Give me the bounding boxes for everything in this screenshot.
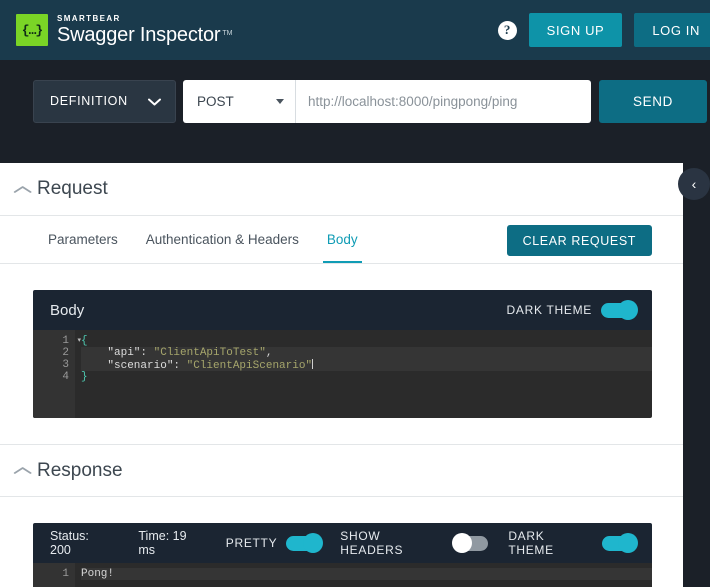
chevron-left-icon: ‹ [692, 176, 697, 192]
request-editor-code[interactable]: { "api": "ClientApiToTest", "scenario": … [75, 330, 652, 418]
show-headers-label: SHOW HEADERS [340, 529, 446, 557]
toggle-knob [452, 533, 472, 553]
clear-request-button[interactable]: CLEAR REQUEST [507, 225, 652, 256]
response-panel-header: Status: 200 Time: 19 ms PRETTY SHOW HEAD… [33, 523, 652, 563]
main-content: Request Parameters Authentication & Head… [0, 163, 683, 587]
response-panel: Status: 200 Time: 19 ms PRETTY SHOW HEAD… [33, 523, 652, 587]
caret-down-icon [276, 99, 284, 104]
response-dark-theme-toggle-group[interactable]: DARK THEME [508, 529, 635, 557]
pretty-label: PRETTY [226, 536, 278, 550]
json-open-brace: { [81, 335, 88, 347]
tab-body[interactable]: Body [313, 216, 372, 263]
line-number: 1▾ [33, 335, 75, 347]
trademark-mark: TM [222, 30, 232, 37]
request-editor-gutter: 1▾ 2 3 4 [33, 330, 75, 418]
request-section-header[interactable]: Request [0, 163, 683, 216]
json-value: "ClientApiToTest" [154, 347, 266, 359]
sign-up-button[interactable]: SIGN UP [529, 13, 623, 47]
request-body-panel: Body DARK THEME 1▾ 2 3 4 { "api": "Clien… [33, 290, 652, 418]
json-value: "ClientApiScenario" [187, 360, 312, 372]
tab-parameters[interactable]: Parameters [34, 216, 132, 263]
show-headers-toggle-group[interactable]: SHOW HEADERS [340, 529, 488, 557]
code-line: "api": "ClientApiToTest", [81, 347, 652, 359]
response-time: Time: 19 ms [138, 529, 205, 557]
http-method-value: POST [197, 94, 234, 109]
json-colon: : [140, 347, 153, 359]
http-method-select[interactable]: POST [183, 80, 296, 123]
line-number: 2 [33, 347, 75, 359]
code-line: { [81, 335, 652, 347]
response-editor-code[interactable]: Pong! [75, 563, 652, 587]
swagger-braces-icon: {…} [16, 14, 48, 46]
request-dark-theme-label: DARK THEME [507, 303, 592, 317]
pretty-toggle[interactable] [286, 536, 320, 551]
response-body-editor[interactable]: 1 Pong! [33, 563, 652, 587]
brand-company-name: SMARTBEAR [57, 15, 232, 23]
request-body-panel-header: Body DARK THEME [33, 290, 652, 330]
definition-label: DEFINITION [50, 94, 128, 108]
code-line: } [81, 371, 652, 383]
request-section-title: Request [37, 178, 108, 200]
request-body-editor[interactable]: 1▾ 2 3 4 { "api": "ClientApiToTest", "sc… [33, 330, 652, 418]
line-number: 4 [33, 371, 75, 383]
definition-dropdown[interactable]: DEFINITION [33, 80, 176, 123]
tab-authentication-headers[interactable]: Authentication & Headers [132, 216, 313, 263]
code-line: "scenario": "ClientApiScenario" [81, 359, 652, 371]
chevron-up-icon[interactable] [12, 182, 33, 197]
request-toolbar: DEFINITION POST SEND [0, 60, 710, 142]
chevron-up-icon[interactable] [12, 463, 33, 478]
side-panel-toggle-handle[interactable]: ‹ [678, 168, 710, 200]
line-number: 1 [33, 568, 75, 580]
brand-logo-group[interactable]: {…} SMARTBEAR Swagger InspectorTM [16, 14, 232, 46]
response-body-text: Pong! [81, 568, 114, 580]
line-number: 3 [33, 359, 75, 371]
help-icon[interactable]: ? [498, 21, 517, 40]
response-dark-theme-label: DARK THEME [508, 529, 592, 557]
code-line: Pong! [81, 568, 652, 580]
json-key: "api" [107, 347, 140, 359]
brand-product-name: Swagger Inspector [57, 25, 220, 45]
request-dark-theme-toggle[interactable] [601, 303, 635, 318]
header-actions: ? SIGN UP LOG IN [498, 13, 710, 47]
response-section-title: Response [37, 460, 123, 482]
show-headers-toggle[interactable] [455, 536, 489, 551]
url-input[interactable] [296, 80, 591, 123]
log-in-button[interactable]: LOG IN [634, 13, 710, 47]
app-header: {…} SMARTBEAR Swagger InspectorTM ? SIGN… [0, 0, 710, 60]
json-comma: , [266, 347, 273, 359]
json-colon: : [173, 360, 186, 372]
toggle-knob [303, 533, 323, 553]
json-close-brace: } [81, 371, 88, 383]
pretty-toggle-group[interactable]: PRETTY [226, 536, 321, 551]
chevron-down-icon [148, 95, 161, 108]
response-status: Status: 200 [50, 529, 112, 557]
line-number-text: 1 [62, 335, 69, 347]
request-dark-theme-toggle-group[interactable]: DARK THEME [507, 303, 635, 318]
toggle-knob [618, 300, 638, 320]
response-section-header[interactable]: Response [0, 444, 683, 497]
request-tabs: Parameters Authentication & Headers Body… [0, 216, 683, 264]
text-cursor [312, 359, 313, 369]
send-button[interactable]: SEND [599, 80, 707, 123]
request-body-panel-title: Body [50, 302, 84, 319]
json-key: "scenario" [107, 360, 173, 372]
brand-text: SMARTBEAR Swagger InspectorTM [57, 15, 232, 45]
response-dark-theme-toggle[interactable] [602, 536, 636, 551]
response-editor-gutter: 1 [33, 563, 75, 587]
toggle-knob [618, 533, 638, 553]
